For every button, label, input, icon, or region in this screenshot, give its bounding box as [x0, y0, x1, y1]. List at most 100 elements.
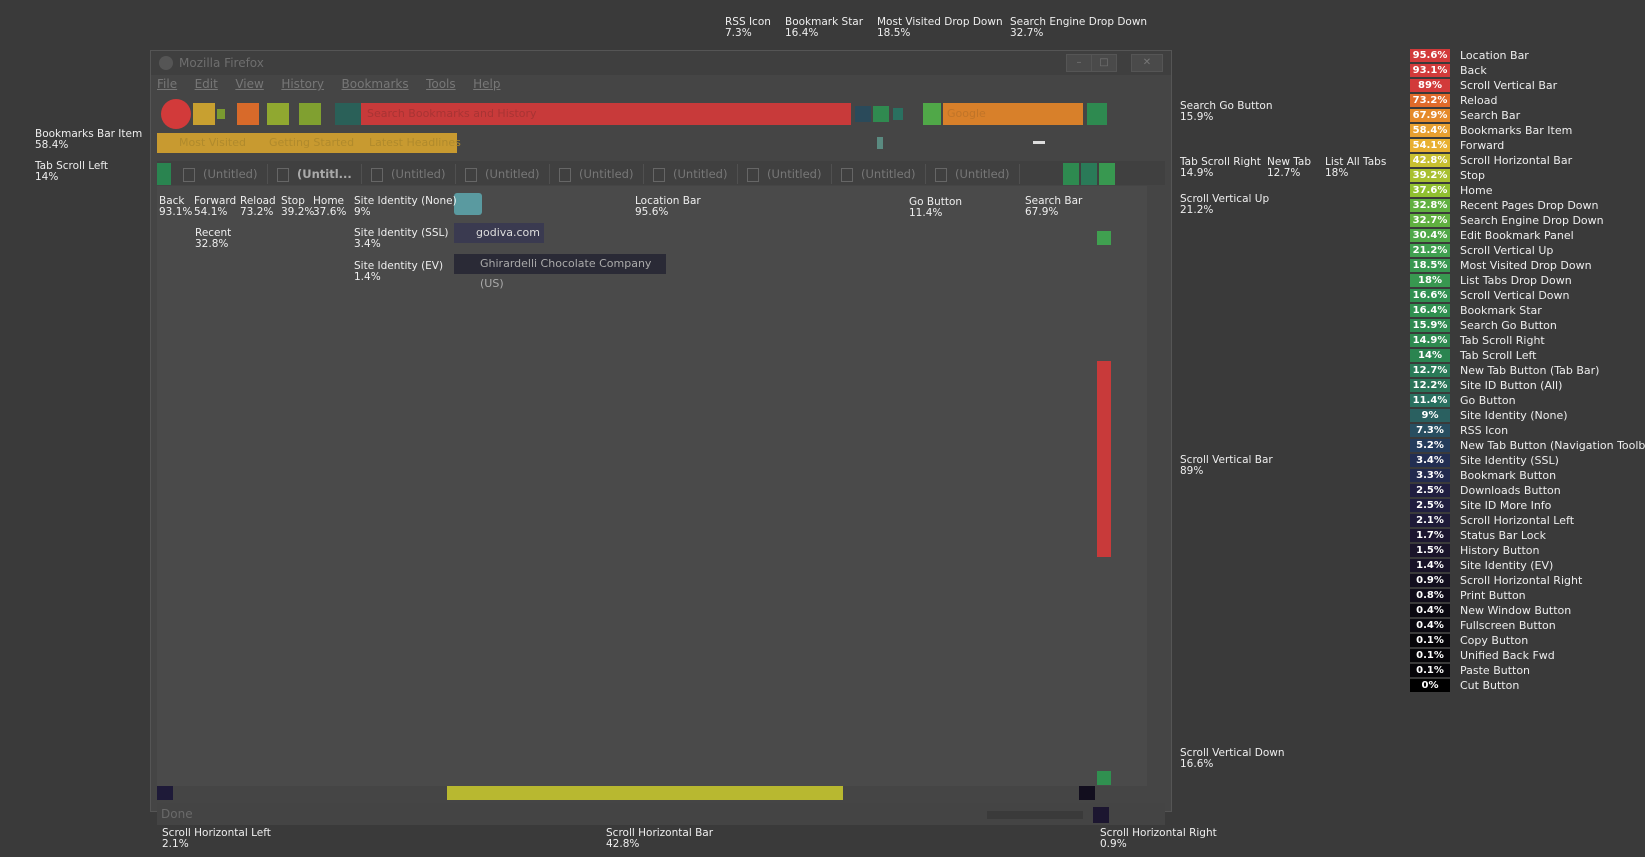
legend-percent-badge: 2.5% [1410, 499, 1450, 512]
bookmark-item-latest-headlines[interactable]: Latest Headlines [369, 136, 461, 149]
tab[interactable]: (Untitled) [645, 164, 738, 184]
close-button[interactable]: ✕ [1131, 54, 1163, 72]
legend-label: List Tabs Drop Down [1460, 274, 1572, 287]
legend-label: RSS Icon [1460, 424, 1509, 437]
legend-percent-badge: 0% [1410, 679, 1450, 692]
legend-label: Recent Pages Drop Down [1460, 199, 1599, 212]
scroll-vertical-up[interactable] [1097, 231, 1111, 245]
firefox-window: Mozilla Firefox – □ ✕ File Edit View His… [150, 50, 1172, 825]
menu-file[interactable]: File [157, 77, 177, 91]
tab-scroll-right[interactable] [1063, 163, 1079, 185]
legend-label: Go Button [1460, 394, 1516, 407]
scroll-vertical-bar[interactable] [1097, 361, 1111, 557]
bookmark-item-most-visited[interactable]: Most Visited [179, 136, 246, 149]
label-tab-scroll-right: Tab Scroll Right 14.9% [1180, 156, 1261, 179]
legend-percent-badge: 58.4% [1410, 124, 1450, 137]
label-forward: Forward 54.1% [194, 195, 237, 218]
site-identity-none-icon[interactable] [454, 193, 482, 215]
bookmark-star[interactable] [873, 106, 889, 122]
tab[interactable]: (Untitled) [927, 164, 1020, 184]
tab-active[interactable]: (Untitl... ✕ [269, 164, 362, 201]
label-home: Home 37.6% [313, 195, 347, 218]
legend-percent-badge: 14% [1410, 349, 1450, 362]
label-scroll-vertical-up: Scroll Vertical Up 21.2% [1180, 193, 1270, 216]
search-bar[interactable]: Google [943, 103, 1083, 125]
legend-label: Unified Back Fwd [1460, 649, 1555, 662]
legend-label: Location Bar [1460, 49, 1529, 62]
legend-label: Copy Button [1460, 634, 1529, 647]
legend-percent-badge: 11.4% [1410, 394, 1450, 407]
scroll-vertical-down[interactable] [1097, 771, 1111, 785]
minimize-button[interactable]: – [1066, 54, 1092, 72]
scroll-horizontal-left[interactable] [157, 786, 173, 800]
menu-view[interactable]: View [235, 77, 263, 91]
legend-label: Forward [1460, 139, 1505, 152]
label-tab-scroll-left: Tab Scroll Left 14% [35, 160, 108, 183]
legend-percent-badge: 3.3% [1410, 469, 1450, 482]
tab[interactable]: (Untitled) [739, 164, 832, 184]
site-identity-button[interactable] [335, 103, 361, 125]
label-stop: Stop 39.2% [281, 195, 315, 218]
label-site-identity-ssl: Site Identity (SSL) 3.4% [354, 227, 449, 250]
legend-percent-badge: 73.2% [1410, 94, 1450, 107]
label-scroll-horizontal-bar: Scroll Horizontal Bar 42.8% [606, 827, 714, 850]
tab[interactable]: (Untitled) [551, 164, 644, 184]
search-engine-dropdown[interactable] [923, 103, 941, 125]
legend-label: Search Go Button [1460, 319, 1557, 332]
label-site-identity-none: Site Identity (None) 9% [354, 195, 457, 218]
legend-percent-badge: 14.9% [1410, 334, 1450, 347]
label-scroll-horizontal-left: Scroll Horizontal Left 2.1% [162, 827, 271, 850]
legend-percent-badge: 0.1% [1410, 634, 1450, 647]
scroll-horizontal-right[interactable] [1079, 786, 1095, 800]
list-all-tabs-button[interactable] [1099, 163, 1115, 185]
label-search-go-button: Search Go Button 15.9% [1180, 100, 1273, 123]
label-scroll-horizontal-right: Scroll Horizontal Right 0.9% [1100, 827, 1217, 850]
title-bar: Mozilla Firefox – □ ✕ [151, 51, 1171, 75]
legend-percent-badge: 0.9% [1410, 574, 1450, 587]
legend-percent-badge: 7.3% [1410, 424, 1450, 437]
tab[interactable]: (Untitled) [833, 164, 926, 184]
new-tab-button[interactable] [1081, 163, 1097, 185]
legend-label: Scroll Vertical Down [1460, 289, 1570, 302]
stop-button[interactable] [267, 103, 289, 125]
site-identity-ssl-badge[interactable]: godiva.com [454, 223, 544, 243]
legend-label: Search Engine Drop Down [1460, 214, 1604, 227]
legend-label: Tab Scroll Right [1460, 334, 1545, 347]
scroll-horizontal-bar[interactable] [447, 786, 843, 800]
go-button[interactable] [893, 108, 903, 120]
menu-history[interactable]: History [281, 77, 324, 91]
site-identity-ev-badge[interactable]: Ghirardelli Chocolate Company (US) [454, 254, 666, 290]
status-bar-lock-icon[interactable] [1093, 807, 1109, 823]
menu-edit[interactable]: Edit [195, 77, 218, 91]
location-bar[interactable]: Search Bookmarks and History [361, 103, 851, 125]
tab[interactable]: (Untitled) [457, 164, 550, 184]
legend-label: New Window Button [1460, 604, 1572, 617]
legend-label: Edit Bookmark Panel [1460, 229, 1574, 242]
search-go-button[interactable] [1087, 103, 1107, 125]
dash-icon [1033, 141, 1045, 144]
legend-percent-badge: 18% [1410, 274, 1450, 287]
legend-label: Status Bar Lock [1460, 529, 1546, 542]
home-button[interactable] [299, 103, 321, 125]
menu-tools[interactable]: Tools [426, 77, 456, 91]
legend-percent-badge: 42.8% [1410, 154, 1450, 167]
reload-button[interactable] [237, 103, 259, 125]
progress-bar [987, 811, 1083, 819]
menu-bookmarks[interactable]: Bookmarks [342, 77, 409, 91]
recent-pages-dropdown[interactable] [217, 109, 225, 119]
tab[interactable]: (Untitled) [175, 164, 268, 184]
legend-percent-badge: 1.4% [1410, 559, 1450, 572]
maximize-button[interactable]: □ [1091, 54, 1117, 72]
legend-percent-badge: 39.2% [1410, 169, 1450, 182]
label-reload: Reload 73.2% [240, 195, 276, 218]
rss-icon[interactable] [855, 106, 871, 122]
legend-label: Tab Scroll Left [1460, 349, 1537, 362]
forward-button[interactable] [193, 103, 215, 125]
tab[interactable]: (Untitled) [363, 164, 456, 184]
back-button[interactable] [161, 99, 191, 129]
label-new-tab: New Tab 12.7% [1267, 156, 1312, 179]
legend-label: Site Identity (EV) [1460, 559, 1554, 572]
bookmark-item-getting-started[interactable]: Getting Started [269, 136, 354, 149]
menu-help[interactable]: Help [473, 77, 500, 91]
tab-scroll-left[interactable] [157, 163, 171, 185]
